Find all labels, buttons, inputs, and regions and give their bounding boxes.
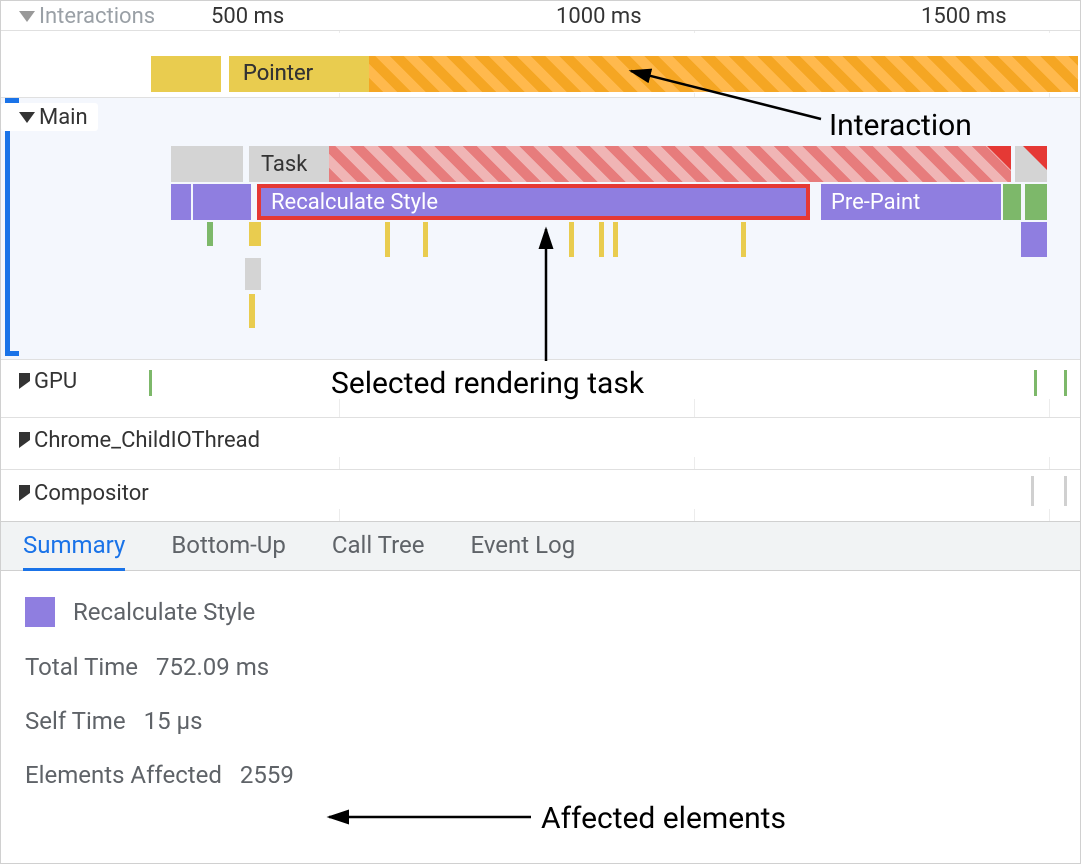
self-time-value: 15 µs bbox=[144, 707, 203, 735]
pointer-whisker-left bbox=[151, 56, 221, 92]
task-hatched[interactable] bbox=[329, 146, 1011, 182]
interactions-track[interactable]: Pointer Pointer bbox=[1, 33, 1080, 93]
purple-sliver[interactable] bbox=[171, 184, 191, 220]
green-sliver[interactable] bbox=[1003, 184, 1021, 220]
pointer-bar-hatched bbox=[369, 56, 1078, 92]
elements-affected-label: Elements Affected bbox=[25, 761, 222, 789]
yellow-tick[interactable] bbox=[599, 222, 604, 257]
time-ruler: 500 ms 1000 ms 1500 ms bbox=[1, 1, 1080, 31]
summary-swatch bbox=[25, 597, 55, 627]
yellow-tick[interactable] bbox=[249, 222, 261, 246]
chevron-right-icon bbox=[19, 432, 30, 448]
gpu-track-header[interactable]: GPU bbox=[1, 367, 77, 395]
gray-tick[interactable] bbox=[245, 258, 261, 290]
childio-track-header[interactable]: Chrome_ChildIOThread bbox=[1, 426, 260, 454]
self-time-label: Self Time bbox=[25, 707, 126, 735]
long-task-indicator-icon bbox=[987, 146, 1011, 170]
yellow-tick[interactable] bbox=[249, 294, 255, 328]
interactions-label: Interactions bbox=[39, 4, 155, 29]
green-sliver[interactable] bbox=[1025, 184, 1047, 220]
chevron-down-icon bbox=[19, 112, 35, 123]
yellow-tick[interactable] bbox=[741, 222, 746, 257]
purple-tick[interactable] bbox=[1021, 222, 1047, 257]
yellow-tick[interactable] bbox=[385, 222, 390, 257]
tab-call-tree[interactable]: Call Tree bbox=[332, 521, 425, 571]
ruler-tick-1000: 1000 ms bbox=[556, 4, 642, 29]
yellow-tick[interactable] bbox=[613, 222, 618, 257]
long-task-indicator-icon bbox=[1023, 146, 1047, 170]
interactions-track-header[interactable]: Interactions bbox=[1, 2, 155, 30]
annotation-selected-task: Selected rendering task bbox=[331, 366, 644, 401]
details-tabs: Summary Bottom-Up Call Tree Event Log bbox=[1, 521, 1080, 571]
annotation-interaction: Interaction bbox=[829, 108, 972, 143]
main-track-marker bbox=[5, 98, 10, 356]
recalculate-style-bar[interactable]: Recalculate Style bbox=[257, 184, 810, 220]
tab-event-log[interactable]: Event Log bbox=[470, 521, 575, 571]
total-time-label: Total Time bbox=[25, 653, 138, 681]
annotation-affected-elements: Affected elements bbox=[541, 801, 786, 836]
yellow-tick[interactable] bbox=[569, 222, 574, 257]
compositor-track[interactable] bbox=[1, 469, 1080, 509]
chevron-right-icon bbox=[19, 373, 30, 389]
green-tick[interactable] bbox=[207, 222, 213, 246]
purple-fragment[interactable] bbox=[193, 184, 251, 220]
compositor-track-header[interactable]: Compositor bbox=[1, 479, 149, 507]
yellow-tick[interactable] bbox=[423, 222, 428, 257]
chevron-down-icon bbox=[19, 11, 35, 22]
main-track-header[interactable]: Main bbox=[1, 103, 98, 131]
ruler-tick-500: 500 ms bbox=[211, 4, 284, 29]
chevron-right-icon bbox=[19, 485, 30, 501]
total-time-value: 752.09 ms bbox=[156, 653, 269, 681]
elements-affected-value: 2559 bbox=[240, 761, 294, 789]
summary-title: Recalculate Style bbox=[73, 598, 255, 626]
task-fragment-gray[interactable] bbox=[171, 146, 243, 182]
ruler-tick-1500: 1500 ms bbox=[921, 4, 1007, 29]
tab-summary[interactable]: Summary bbox=[23, 521, 125, 571]
pre-paint-bar[interactable]: Pre-Paint bbox=[821, 184, 1001, 220]
tab-bottom-up[interactable]: Bottom-Up bbox=[171, 521, 286, 571]
